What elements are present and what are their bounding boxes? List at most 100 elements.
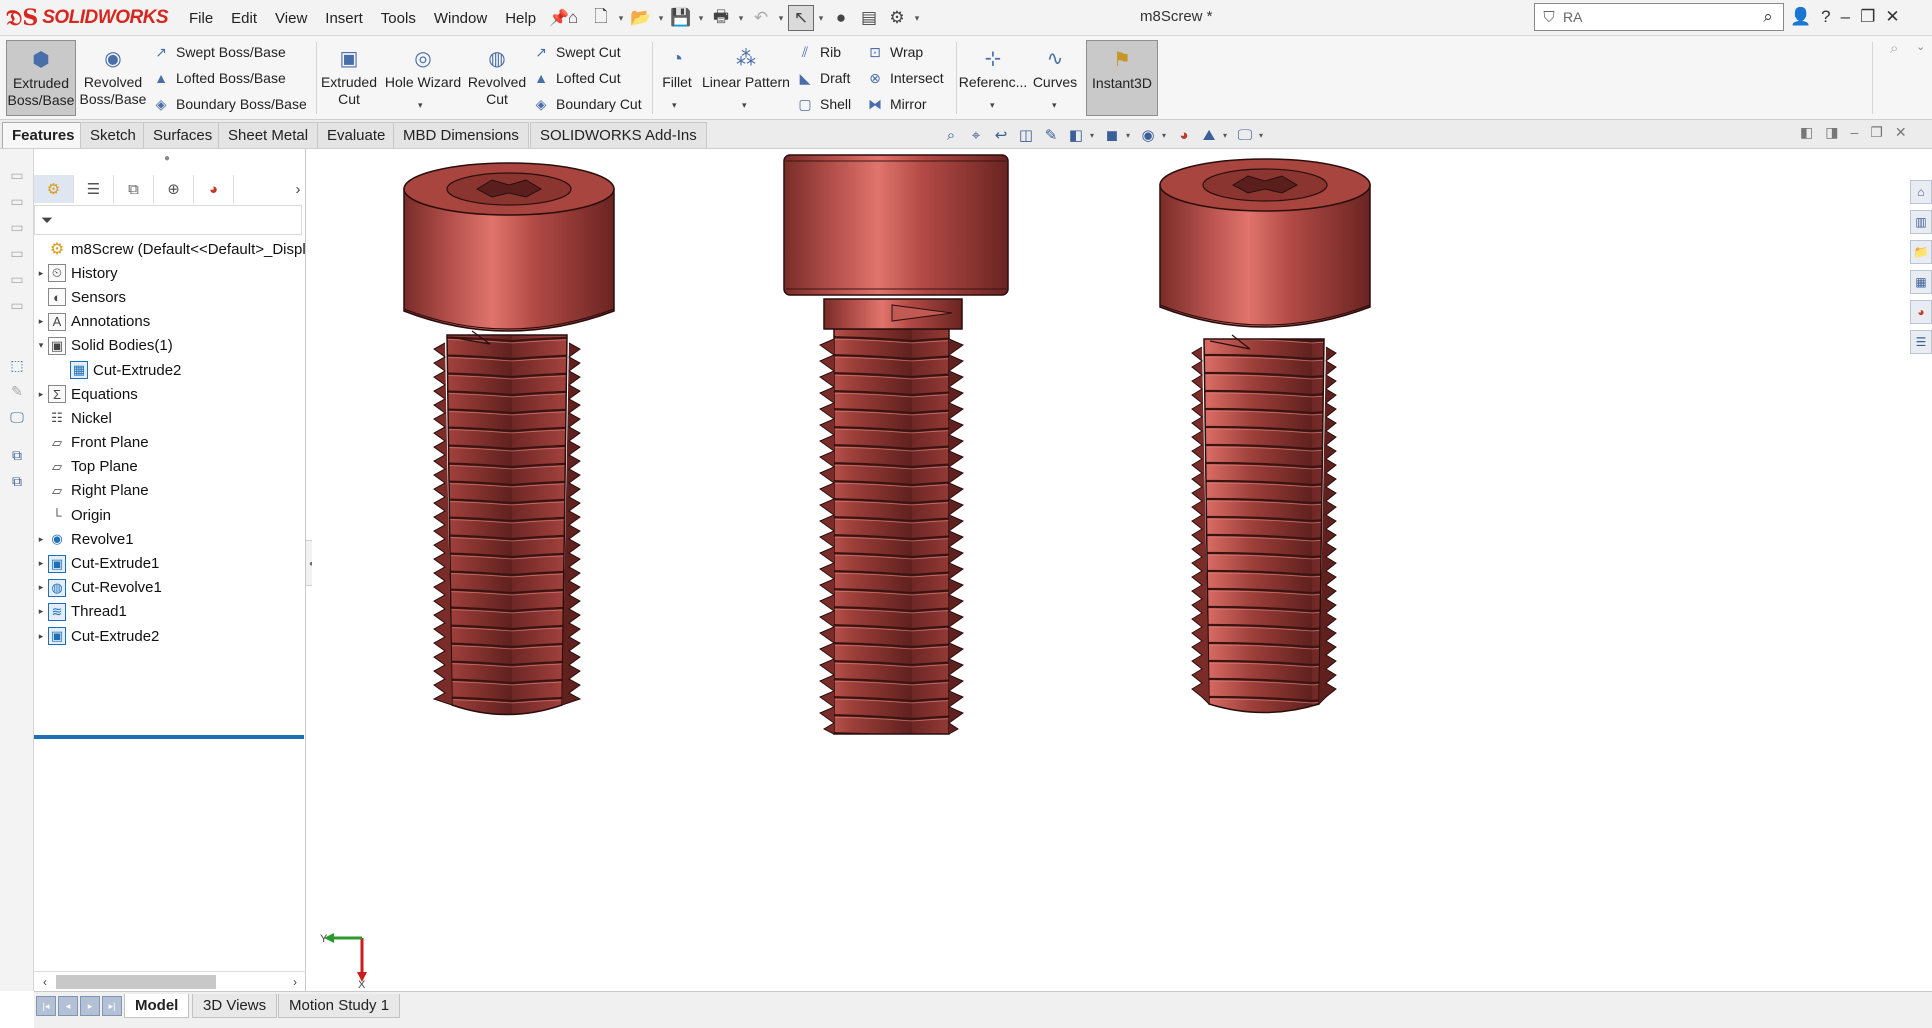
mirror-button[interactable]: ⧓ Mirror [866, 92, 927, 116]
revolved-cut-button[interactable]: ◍ Revolved Cut [466, 40, 528, 116]
tree-item-annotations[interactable]: ▸ A Annotations [34, 310, 306, 334]
options-dropdown-icon[interactable]: ▾ [912, 13, 922, 24]
new-document-icon[interactable]: 🗋 [588, 5, 614, 31]
model-viewport[interactable] [312, 149, 1932, 991]
tab-solidworks-add-ins[interactable]: SOLIDWORKS Add-Ins [530, 122, 707, 148]
extruded-cut-button[interactable]: ▣ Extruded Cut [318, 40, 380, 116]
linear-pattern-dropdown-icon[interactable]: ▾ [742, 100, 747, 111]
tab-sketch[interactable]: Sketch [80, 122, 146, 148]
strip-tool-icon[interactable]: ▭ [7, 269, 27, 289]
fillet-button[interactable]: ◔ Fillet [656, 40, 698, 116]
property-manager-tab-icon[interactable]: ☰ [74, 175, 114, 203]
intersect-button[interactable]: ⊗ Intersect [866, 66, 944, 90]
edit-tool-icon[interactable]: ✎ [7, 381, 27, 401]
select-tool-icon[interactable]: ⬚ [7, 355, 27, 375]
tree-item-cut-revolve1[interactable]: ▸ ◍ Cut-Revolve1 [34, 576, 306, 600]
display-style-dropdown-icon[interactable]: ▾ [1126, 131, 1134, 140]
tab-sheet-metal[interactable]: Sheet Metal [218, 122, 319, 148]
tile-left-icon[interactable]: ◧ [1800, 124, 1813, 141]
configuration-manager-tab-icon[interactable]: ⧉ [114, 175, 154, 203]
restore-icon[interactable]: ❐ [1860, 7, 1875, 27]
expand-icon[interactable]: ▸ [34, 631, 48, 642]
file-properties-icon[interactable]: ▤ [856, 5, 882, 31]
scroll-thumb[interactable] [56, 974, 216, 989]
tree-horizontal-scrollbar[interactable]: ‹ › [34, 971, 306, 991]
paste-tool-icon[interactable]: ⧉ [7, 471, 27, 491]
screw-model-3[interactable] [1159, 158, 1371, 714]
dynamic-annotation-icon[interactable]: ✎ [1040, 126, 1062, 144]
select-dropdown-icon[interactable]: ▾ [816, 13, 826, 24]
shell-button[interactable]: ▢ Shell [796, 92, 851, 116]
open-dropdown-icon[interactable]: ▾ [656, 13, 666, 24]
boundary-cut-button[interactable]: ◈ Boundary Cut [532, 92, 642, 116]
search-icon[interactable]: ⌕ [1753, 7, 1783, 27]
minimize-icon[interactable]: – [1841, 7, 1850, 27]
ribbon-search-icon[interactable]: ⌕ [1890, 40, 1898, 57]
search-box[interactable]: ⛉ ⌕ [1534, 3, 1784, 31]
search-input[interactable] [1563, 9, 1723, 25]
help-icon[interactable]: ? [1821, 7, 1830, 27]
expand-icon[interactable]: ▸ [34, 558, 48, 569]
save-dropdown-icon[interactable]: ▾ [696, 13, 706, 24]
display-tool-icon[interactable]: 🖵 [7, 407, 27, 427]
apply-scene-icon[interactable]: ⛰ [1198, 127, 1220, 144]
custom-properties-icon[interactable]: ☰ [1910, 330, 1932, 354]
zoom-to-fit-icon[interactable]: ⌕ [940, 127, 962, 144]
zoom-to-area-icon[interactable]: ⌖ [965, 127, 987, 144]
ribbon-collapse-icon[interactable]: ⌄ [1916, 40, 1925, 53]
select-cursor-icon[interactable]: ↖ [788, 5, 814, 31]
graphics-area[interactable] [312, 149, 1932, 991]
new-dropdown-icon[interactable]: ▾ [616, 13, 626, 24]
print-icon[interactable]: 🖶 [708, 5, 734, 31]
screw-model-1[interactable] [403, 162, 615, 716]
tree-root[interactable]: ⚙ m8Screw (Default<<Default>_Displ [34, 237, 306, 261]
hole-wizard-dropdown-icon[interactable]: ▾ [418, 100, 423, 111]
previous-tab-icon[interactable]: ◂ [58, 996, 78, 1016]
wrap-button[interactable]: ⊡ Wrap [866, 40, 923, 64]
display-style-icon[interactable]: ◼ [1101, 126, 1123, 144]
viewport-minimize-icon[interactable]: – [1850, 124, 1858, 141]
tile-right-icon[interactable]: ◨ [1825, 124, 1838, 141]
open-icon[interactable]: 📂 [628, 5, 654, 31]
menu-view[interactable]: View [266, 10, 316, 27]
scroll-left-icon[interactable]: ‹ [34, 975, 56, 989]
tree-item-right-plane[interactable]: ▱ Right Plane [34, 479, 306, 503]
expand-icon[interactable]: ▸ [34, 582, 48, 593]
file-explorer-icon[interactable]: 📁 [1910, 240, 1932, 264]
apply-scene-dropdown-icon[interactable]: ▾ [1223, 131, 1231, 140]
design-library-icon[interactable]: ▥ [1910, 210, 1932, 234]
search-commands-icon[interactable]: ⛉ [1535, 9, 1563, 26]
strip-tool-icon[interactable]: ▭ [7, 165, 27, 185]
chevron-right-icon[interactable]: › [290, 181, 306, 198]
tree-item-body-cut-extrude2[interactable]: ▦ Cut-Extrude2 [34, 358, 306, 382]
swept-cut-button[interactable]: ↗ Swept Cut [532, 40, 620, 64]
expand-icon[interactable]: ▸ [34, 316, 48, 327]
strip-tool-icon[interactable]: ▭ [7, 295, 27, 315]
hole-wizard-button[interactable]: ◎ Hole Wizard [382, 40, 464, 116]
options-gear-icon[interactable]: ⚙ [884, 5, 910, 31]
display-manager-tab-icon[interactable]: ◕ [194, 175, 234, 203]
menu-help[interactable]: Help [496, 10, 545, 27]
curves-dropdown-icon[interactable]: ▾ [1052, 100, 1057, 111]
dimxpert-tab-icon[interactable]: ⊕ [154, 175, 194, 203]
expand-icon[interactable]: ▸ [34, 268, 48, 279]
lofted-cut-button[interactable]: ▲ Lofted Cut [532, 66, 621, 90]
tab-mbd-dimensions[interactable]: MBD Dimensions [393, 122, 529, 148]
expand-icon[interactable]: ▸ [34, 389, 48, 400]
undo-dropdown-icon[interactable]: ▾ [776, 13, 786, 24]
tab-model[interactable]: Model [124, 994, 190, 1018]
copy-tool-icon[interactable]: ⧉ [7, 445, 27, 465]
feature-tree-tab-icon[interactable]: ⚙ [34, 175, 74, 203]
print-dropdown-icon[interactable]: ▾ [736, 13, 746, 24]
user-icon[interactable]: 👤 [1790, 7, 1811, 27]
hide-show-dropdown-icon[interactable]: ▾ [1162, 131, 1170, 140]
last-tab-icon[interactable]: ▸| [102, 996, 122, 1016]
tab-evaluate[interactable]: Evaluate [317, 122, 396, 148]
screw-model-2[interactable] [783, 154, 1009, 735]
appearances-icon[interactable]: ◕ [1910, 300, 1932, 324]
lofted-boss-button[interactable]: ▲ Lofted Boss/Base [152, 66, 286, 90]
strip-tool-icon[interactable]: ▭ [7, 217, 27, 237]
tree-item-front-plane[interactable]: ▱ Front Plane [34, 431, 306, 455]
tree-filter[interactable]: ⏷ [34, 205, 302, 235]
close-icon[interactable]: ✕ [1885, 7, 1899, 27]
